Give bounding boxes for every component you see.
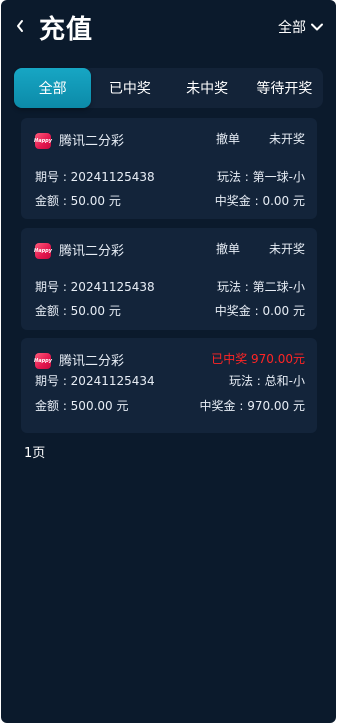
record-status: 未开奖 <box>268 242 305 256</box>
record-card[interactable]: Happy 腾讯二分彩 已中奖 970.00元 期号 : 20241125434… <box>21 338 317 433</box>
bet-amount: 金额 : 500.00 元 <box>35 399 129 413</box>
bet-amount: 金额 : 50.00 元 <box>35 194 121 208</box>
play-type: 玩法 : 第二球-小 <box>216 280 305 294</box>
cancel-bet-button[interactable]: 撤单 <box>216 240 240 257</box>
filter-tabs: 全部 已中奖 未中奖 等待开奖 <box>14 68 323 108</box>
filter-dropdown-label: 全部 <box>278 20 306 36</box>
game-name: 腾讯二分彩 <box>59 134 125 149</box>
cancel-bet-button[interactable]: 撤单 <box>216 130 240 147</box>
record-card[interactable]: Happy 腾讯二分彩 撤单 未开奖 期号 : 20241125438 玩法 :… <box>21 228 317 330</box>
double-chevron-left-icon[interactable] <box>15 19 29 33</box>
period-number: 期号 : 20241125434 <box>35 374 155 388</box>
play-type: 玩法 : 第一球-小 <box>216 170 305 184</box>
game-logo-icon: Happy <box>34 133 52 149</box>
play-type: 玩法 : 总和-小 <box>228 374 305 388</box>
tab-all[interactable]: 全部 <box>14 68 92 108</box>
prize-amount: 中奖金 : 970.00 元 <box>199 399 305 413</box>
page-title: 充值 <box>39 15 94 45</box>
tab-won[interactable]: 已中奖 <box>91 68 168 108</box>
prize-amount: 中奖金 : 0.00 元 <box>214 194 305 208</box>
tab-pending[interactable]: 等待开奖 <box>246 68 323 108</box>
page-indicator: 1页 <box>24 446 46 461</box>
record-card[interactable]: Happy 腾讯二分彩 撤单 未开奖 期号 : 20241125438 玩法 :… <box>21 118 317 219</box>
period-number: 期号 : 20241125438 <box>35 280 155 294</box>
record-status: 未开奖 <box>268 132 305 146</box>
record-status: 已中奖 970.00元 <box>211 352 305 366</box>
bet-amount: 金额 : 50.00 元 <box>35 304 121 318</box>
screen: 充值 全部 全部 已中奖 未中奖 等待开奖 Happy 腾讯二分彩 撤单 未开奖… <box>1 0 336 723</box>
game-name: 腾讯二分彩 <box>59 244 125 259</box>
tab-not-won[interactable]: 未中奖 <box>169 68 246 108</box>
game-logo-icon: Happy <box>34 353 52 369</box>
game-name: 腾讯二分彩 <box>59 354 125 369</box>
header: 充值 全部 <box>1 0 336 54</box>
prize-amount: 中奖金 : 0.00 元 <box>214 304 305 318</box>
period-number: 期号 : 20241125438 <box>35 170 155 184</box>
filter-dropdown[interactable]: 全部 <box>278 17 324 37</box>
chevron-down-icon <box>311 23 323 31</box>
game-logo-icon: Happy <box>34 243 52 259</box>
